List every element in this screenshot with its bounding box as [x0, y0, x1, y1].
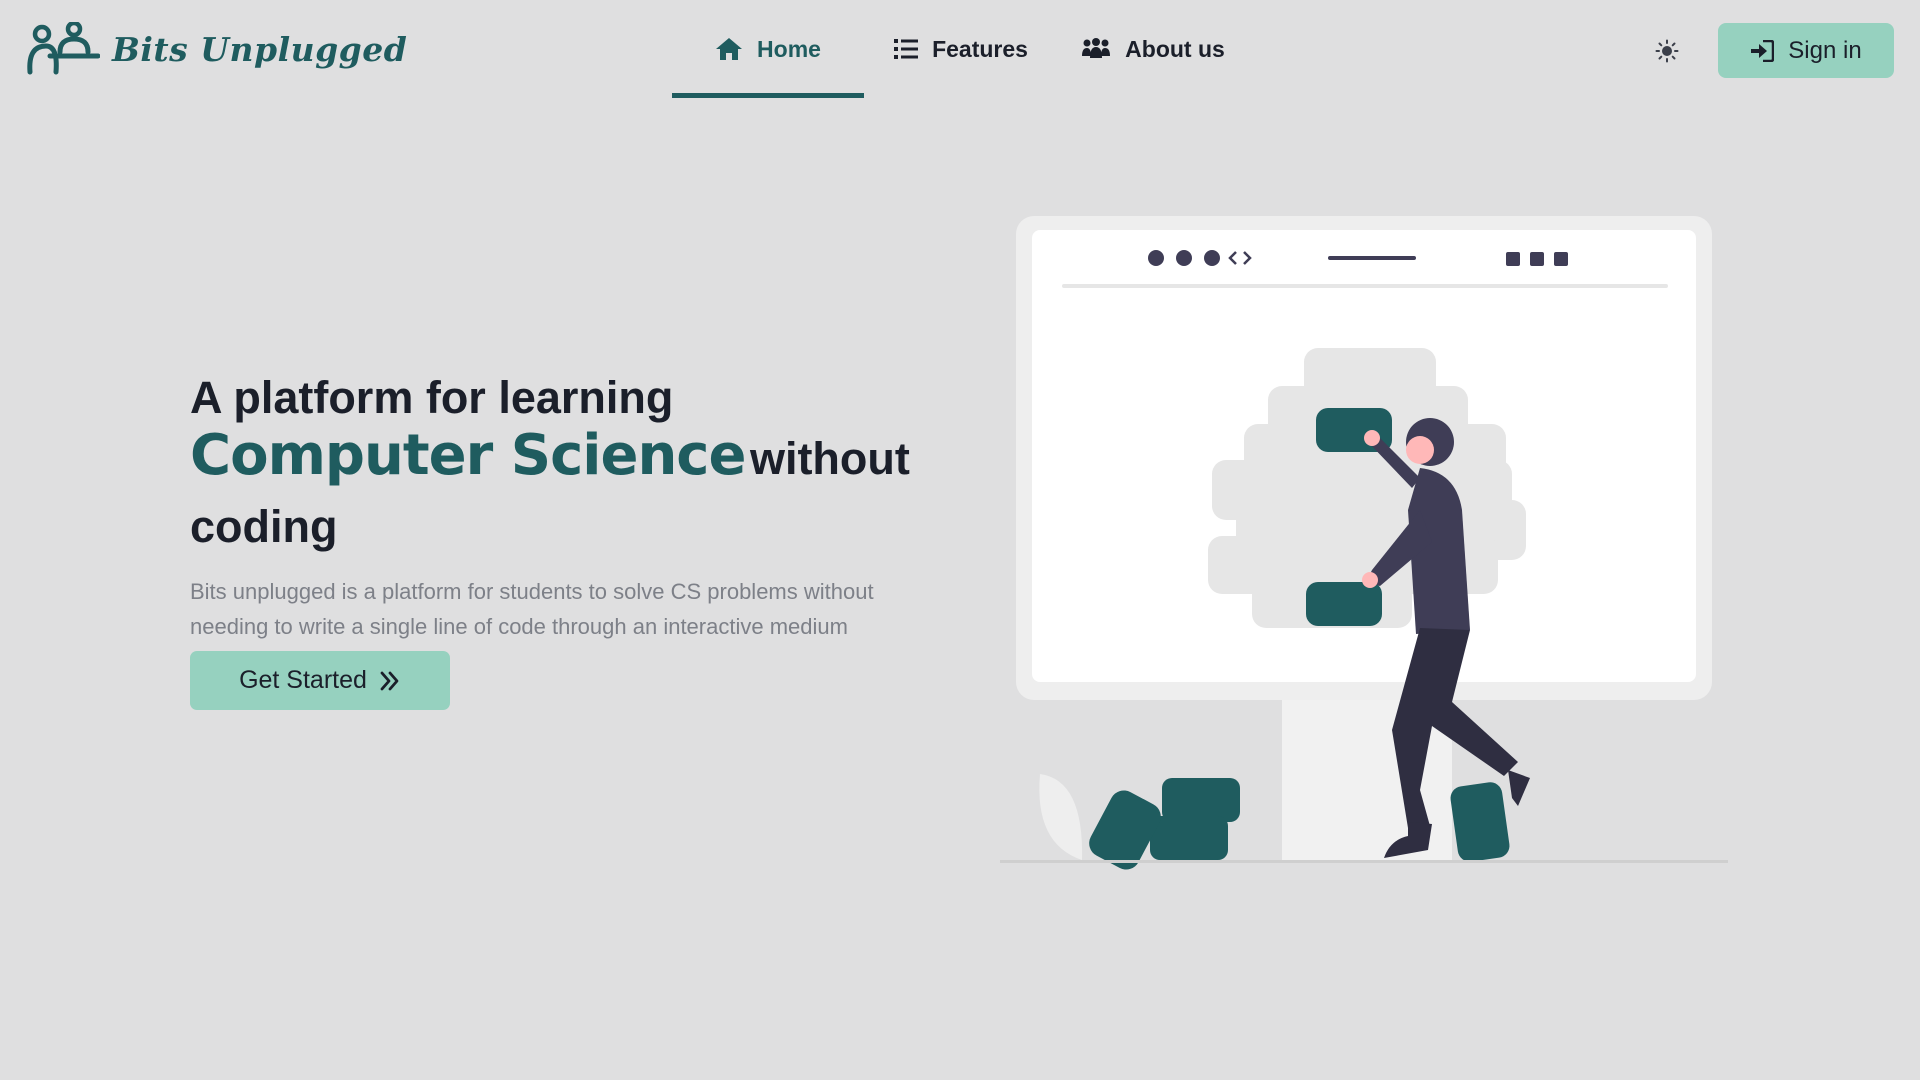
main-nav: Home Features About us	[672, 0, 1248, 102]
leaf-plant	[1039, 774, 1083, 860]
list-icon	[894, 39, 919, 59]
nav-features-label: Features	[932, 35, 1028, 62]
floor-line	[1000, 860, 1728, 863]
nav-home[interactable]: Home	[672, 0, 864, 98]
sign-in-icon	[1751, 39, 1775, 62]
top-navbar: Bits Unplugged Home Features About us Si…	[0, 0, 1920, 102]
sign-in-label: Sign in	[1788, 36, 1862, 64]
hero-title-line2: Computer Science without	[190, 424, 910, 502]
get-started-label: Get Started	[239, 666, 367, 694]
hero-title-rest: without	[749, 433, 910, 484]
hero-title-line1: A platform for learning	[190, 372, 674, 423]
double-chevron-right-icon	[380, 671, 399, 690]
nav-about-us[interactable]: About us	[1058, 0, 1248, 98]
nav-home-label: Home	[757, 35, 821, 62]
nav-features[interactable]: Features	[864, 0, 1058, 98]
brand-name: Bits Unplugged	[112, 29, 408, 69]
nav-about-label: About us	[1125, 35, 1225, 62]
theme-toggle-button[interactable]	[1652, 36, 1682, 66]
get-started-button[interactable]: Get Started	[190, 651, 450, 710]
sign-in-button[interactable]: Sign in	[1718, 23, 1894, 78]
home-icon	[716, 38, 743, 60]
hero-illustration	[1000, 216, 1728, 870]
sun-icon	[1655, 39, 1679, 63]
brand-logo[interactable]: Bits Unplugged	[24, 22, 407, 76]
people-icon	[27, 22, 100, 75]
hero-title-accent: Computer Science	[190, 423, 746, 488]
puzzle-piece	[1306, 582, 1382, 626]
users-icon	[1082, 38, 1111, 58]
hero-text: A platform for learning Computer Science…	[190, 372, 910, 666]
hero-title-line3: coding	[190, 501, 338, 552]
hero-description: Bits unplugged is a platform for student…	[190, 579, 874, 639]
